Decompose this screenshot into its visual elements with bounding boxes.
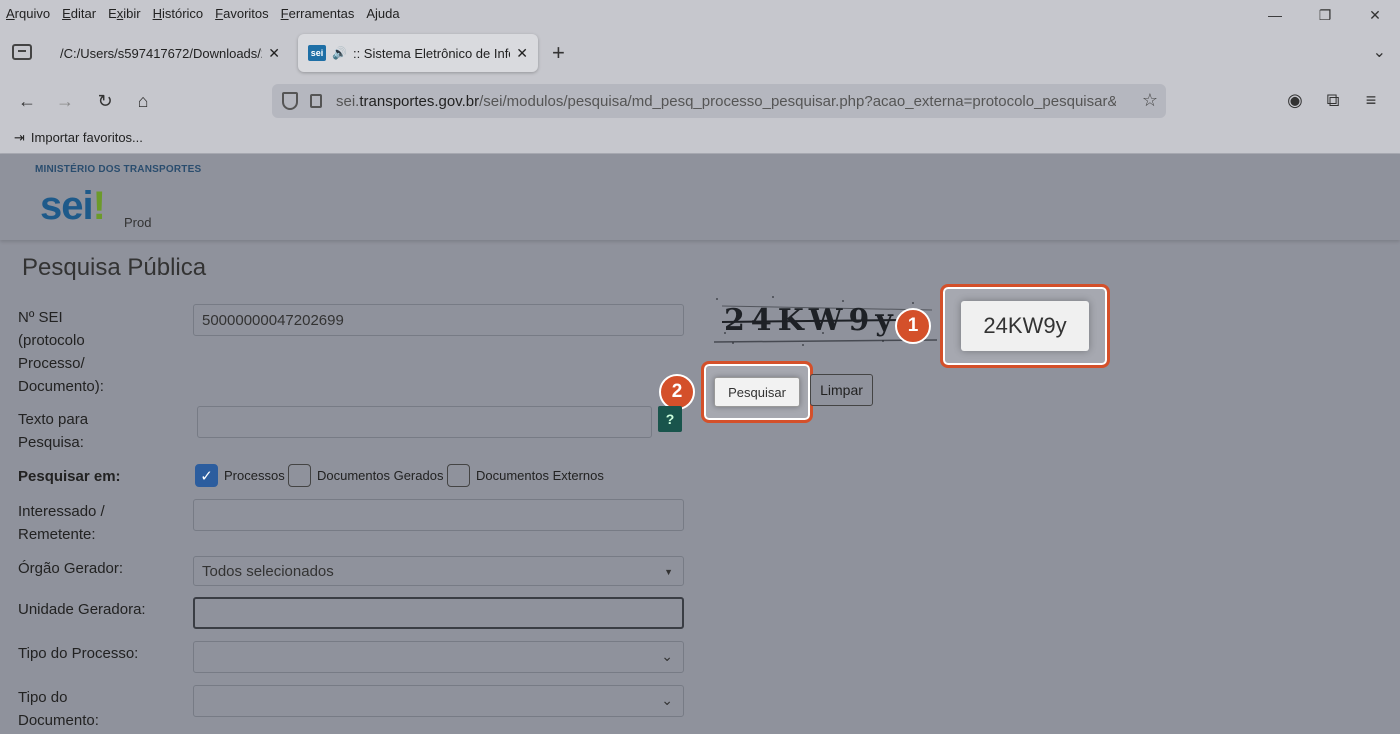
- interessado-label: Interessado / Remetente:: [18, 503, 105, 543]
- tab-title: /C:/Users/s597417672/Downloads/2: [60, 45, 263, 61]
- unidade-input[interactable]: [193, 597, 684, 629]
- import-icon: ⇥: [14, 129, 25, 145]
- processos-label: Processos: [224, 468, 285, 483]
- reload-icon[interactable]: ↻: [92, 88, 118, 114]
- ministry-label: MINISTÉRIO DOS TRANSPORTES: [35, 164, 202, 175]
- tipo-documento-select[interactable]: ⌄: [193, 685, 684, 717]
- interessado-input[interactable]: [193, 499, 684, 531]
- orgao-select[interactable]: Todos selecionados ▼: [193, 556, 684, 586]
- account-icon[interactable]: ◉: [1276, 86, 1314, 114]
- menu-editar[interactable]: Editar: [62, 6, 96, 21]
- shield-icon[interactable]: [282, 92, 298, 110]
- menu-bar: Arquivo Editar Exibir Histórico Favorito…: [0, 0, 1400, 26]
- close-icon[interactable]: ✕: [268, 45, 280, 62]
- toolbar-right: ◉ ⧉ ≡: [1276, 86, 1390, 114]
- environment-label: Prod: [124, 215, 152, 230]
- processos-checkbox[interactable]: ✓: [195, 464, 218, 487]
- tab-title: :: Sistema Eletrônico de Info: [352, 45, 511, 61]
- bookmark-star-icon[interactable]: ☆: [1142, 90, 1158, 111]
- menu-historico[interactable]: Histórico: [153, 6, 204, 21]
- texto-label: Texto para Pesquisa:: [18, 411, 89, 451]
- tab-list-icon[interactable]: [12, 44, 32, 60]
- menu-ferramentas[interactable]: Ferramentas: [281, 6, 355, 21]
- chevron-down-icon[interactable]: ⌄: [1373, 42, 1386, 62]
- limpar-button[interactable]: Limpar: [810, 374, 873, 406]
- captcha-input[interactable]: 24KW9y: [961, 301, 1089, 351]
- tipo-processo-select[interactable]: ⌄: [193, 641, 684, 673]
- step-2-badge: 2: [659, 374, 695, 410]
- pesquisar-em-label: Pesquisar em:: [18, 468, 121, 485]
- menu-exibir[interactable]: Exibir: [108, 6, 141, 21]
- url-text[interactable]: sei.transportes.gov.br/sei/modulos/pesqu…: [336, 93, 1116, 110]
- menu-favoritos[interactable]: Favoritos: [215, 6, 268, 21]
- texto-input[interactable]: [197, 406, 652, 438]
- bookmarks-bar: ⇥ Importar favoritos...: [0, 122, 1400, 154]
- extensions-icon[interactable]: ⧉: [1314, 86, 1352, 114]
- url-bar[interactable]: sei.transportes.gov.br/sei/modulos/pesqu…: [272, 84, 1166, 118]
- page-title: Pesquisa Pública: [22, 254, 207, 281]
- nsei-label: Nº SEI (protocolo Processo/ Documento):: [18, 309, 104, 395]
- documentos-gerados-label: Documentos Gerados: [317, 468, 444, 483]
- orgao-label: Órgão Gerador:: [18, 560, 124, 577]
- orgao-select-value: Todos selecionados: [202, 562, 334, 580]
- step-1-badge: 1: [895, 308, 931, 344]
- tab-downloads[interactable]: /C:/Users/s597417672/Downloads/2 ✕: [50, 34, 290, 72]
- pesquisar-highlight: Pesquisar: [701, 361, 813, 423]
- home-icon[interactable]: ⌂: [130, 88, 156, 114]
- site-header: MINISTÉRIO DOS TRANSPORTES sei! Prod: [0, 154, 1400, 240]
- chevron-down-icon: ⌄: [661, 648, 673, 664]
- documentos-externos-checkbox[interactable]: [447, 464, 470, 487]
- hamburger-menu-icon[interactable]: ≡: [1352, 86, 1390, 114]
- tab-bar: /C:/Users/s597417672/Downloads/2 ✕ sei 🔊…: [0, 26, 1400, 80]
- menu-arquivo[interactable]: Arquivo: [6, 6, 50, 21]
- chevron-down-icon: ⌄: [661, 692, 673, 708]
- sei-favicon-icon: sei: [308, 45, 326, 61]
- unidade-label: Unidade Geradora:: [18, 601, 146, 618]
- lock-icon[interactable]: [310, 94, 322, 108]
- new-tab-button[interactable]: +: [552, 42, 565, 64]
- page-content: MINISTÉRIO DOS TRANSPORTES sei! Prod Pes…: [0, 154, 1400, 734]
- captcha-highlight: 24KW9y: [940, 284, 1110, 368]
- tipo-documento-label: Tipo do Documento:: [18, 689, 99, 729]
- help-button[interactable]: ?: [658, 406, 682, 432]
- dropdown-arrow-icon: ▼: [664, 567, 673, 577]
- documentos-gerados-checkbox[interactable]: [288, 464, 311, 487]
- tab-sei[interactable]: sei 🔊 :: Sistema Eletrônico de Info ✕: [298, 34, 538, 72]
- back-arrow-icon[interactable]: ←: [14, 88, 40, 114]
- documentos-externos-label: Documentos Externos: [476, 468, 604, 483]
- menu-ajuda[interactable]: Ajuda: [366, 6, 399, 21]
- speaker-icon[interactable]: 🔊: [332, 46, 347, 60]
- tipo-processo-label: Tipo do Processo:: [18, 645, 139, 662]
- sei-logo[interactable]: sei!: [40, 184, 106, 229]
- import-bookmarks-link[interactable]: Importar favoritos...: [31, 130, 143, 145]
- pesquisar-button[interactable]: Pesquisar: [714, 377, 800, 407]
- nsei-input[interactable]: 50000000047202699: [193, 304, 684, 336]
- close-icon[interactable]: ✕: [516, 45, 528, 62]
- forward-arrow-icon[interactable]: →: [52, 88, 78, 114]
